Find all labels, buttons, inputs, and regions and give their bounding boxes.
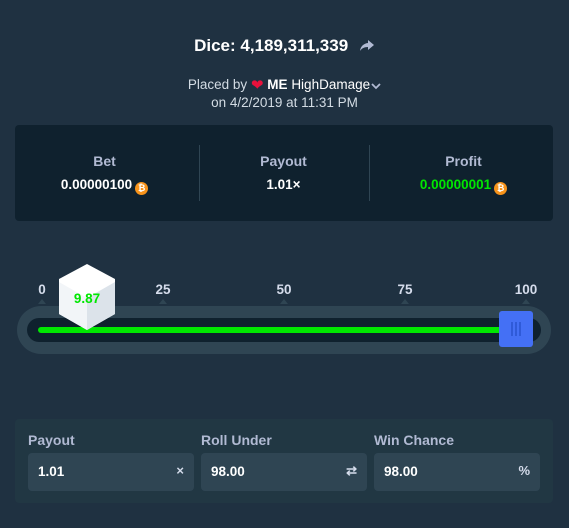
payout-label: Payout [28,432,75,448]
placed-by-prefix: Placed by [187,77,248,92]
stat-bet-value: 0.00000100 ₿ [15,177,194,195]
win-chance-label: Win Chance [374,432,454,448]
bet-settings-panel: Payout 1.01 × Roll Under 98.00 ⇄ Win Cha… [15,419,553,503]
stat-bet: Bet 0.00000100 ₿ [15,125,194,221]
tick-label: 50 [276,282,292,297]
bitcoin-icon: ₿ [135,182,149,195]
vip-badge: ME [267,77,288,92]
payout-input-value: 1.01 [38,464,65,479]
stat-payout-label: Payout [260,153,307,169]
stat-profit-value: 0.00000001 ₿ [374,177,553,195]
tick-mark [401,299,409,304]
heart-icon: ❤ [250,77,264,94]
stat-payout-value: 1.01× [266,177,301,192]
swap-icon[interactable]: ⇄ [346,463,357,479]
stat-payout: Payout 1.01× [194,125,373,221]
roll-under-input[interactable]: 98.00 ⇄ [201,453,367,491]
tick-mark [38,299,46,304]
bet-title: Dice: 4,189,311,339 [0,36,569,57]
bet-title-text: Dice: 4,189,311,339 [194,36,349,55]
tick-label: 75 [397,282,413,297]
placed-by-line: Placed by ❤ ME HighDamage [0,76,569,94]
share-icon[interactable] [359,37,375,57]
divider [369,145,370,201]
bet-amount: 0.00000100 [60,177,133,192]
grip-line [515,322,518,336]
username-link[interactable]: HighDamage [291,77,370,92]
tick-label: 0 [38,282,46,297]
slider-handle[interactable] [499,311,534,347]
result-value: 9.87 [73,291,101,306]
chevron-down-icon[interactable] [371,78,381,93]
payout-input[interactable]: 1.01 × [28,453,194,491]
tick-mark [522,299,530,304]
tick-mark [280,299,288,304]
grip-line [511,322,514,336]
stat-profit-label: Profit [445,153,482,169]
bitcoin-icon: ₿ [494,182,508,195]
stat-bet-label: Bet [93,153,116,169]
roll-under-input-value: 98.00 [211,464,245,479]
tick-label: 25 [155,282,171,297]
percent-icon: % [518,463,530,478]
win-chance-input-value: 98.00 [384,464,418,479]
win-chance-input[interactable]: 98.00 % [374,453,540,491]
multiplier-icon: × [176,463,184,478]
tick-label: 100 [514,282,538,297]
grip-line [519,322,522,336]
tick-mark [159,299,167,304]
stat-profit: Profit 0.00000001 ₿ [374,125,553,221]
bet-stats-panel: Bet 0.00000100 ₿ Payout 1.01× Profit 0.00… [15,125,553,221]
profit-amount: 0.00000001 [419,177,492,192]
roll-under-label: Roll Under [201,432,272,448]
bet-date: on 4/2/2019 at 11:31 PM [211,95,358,110]
